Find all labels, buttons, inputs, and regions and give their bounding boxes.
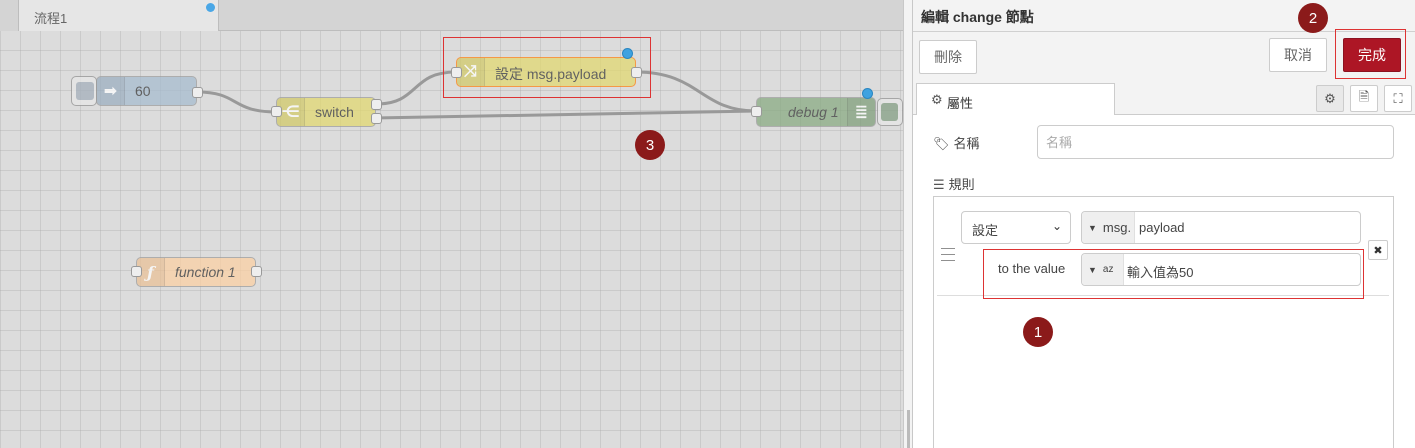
inject-trigger-square bbox=[76, 82, 94, 100]
remove-rule-button[interactable]: ✖ bbox=[1368, 240, 1388, 260]
step-badge-1: 1 bbox=[1023, 317, 1053, 347]
rules-list: ― ― ― 設定 ⌄ ▼ msg. payload ✖ to the value ▼… bbox=[933, 196, 1394, 448]
list-icon: ☰ bbox=[933, 177, 945, 192]
panel-splitter[interactable] bbox=[903, 0, 912, 448]
switch-input-port[interactable] bbox=[271, 106, 282, 117]
editor-tabs: ⚙ 屬性 ⚙ 🗎 ⛶ bbox=[913, 82, 1415, 116]
debug-toggle-square bbox=[881, 103, 898, 121]
chevron-down-icon: ⌄ bbox=[1051, 219, 1062, 233]
tab-properties[interactable]: ⚙ 屬性 bbox=[916, 83, 1115, 116]
rule-target-type: msg. bbox=[1102, 220, 1132, 235]
wire-change-to-debug bbox=[635, 70, 757, 113]
rule-target-input[interactable]: ▼ msg. payload bbox=[1081, 211, 1361, 244]
function-node-label: function 1 bbox=[175, 264, 236, 280]
step-badge-2: 2 bbox=[1298, 3, 1328, 33]
change-node-highlight bbox=[443, 37, 651, 98]
object-group-icon: ⛶ bbox=[1393, 90, 1403, 106]
inject-node[interactable]: ➡ 60 bbox=[96, 76, 197, 106]
flow-workspace[interactable]: 流程1 ➡ 60 ⋲ switch ⤨ 設定 msg.payload debug… bbox=[0, 0, 903, 448]
wire-switch-to-debug bbox=[375, 109, 757, 120]
close-icon: ✖ bbox=[1373, 244, 1383, 257]
name-label-text: 名稱 bbox=[953, 136, 980, 151]
function-input-port[interactable] bbox=[131, 266, 142, 277]
rules-label: ☰ 規則 bbox=[933, 174, 975, 193]
switch-node-label: switch bbox=[315, 104, 354, 120]
drag-handle-icon[interactable]: ― ― ― bbox=[941, 240, 955, 266]
debug-node[interactable]: debug 1 ≣ bbox=[756, 97, 876, 127]
delete-button[interactable]: 刪除 bbox=[919, 40, 977, 74]
function-output-port[interactable] bbox=[251, 266, 262, 277]
rule-target-value: payload bbox=[1139, 220, 1185, 235]
inject-trigger-button[interactable] bbox=[71, 76, 97, 106]
switch-output-port-2[interactable] bbox=[371, 113, 382, 124]
cog-icon: ⚙ bbox=[1324, 90, 1336, 106]
node-editor-tray: 編輯 change 節點 刪除 取消 完成 2 ⚙ 屬性 ⚙ 🗎 ⛶ 🏷名稱 ☰… bbox=[912, 0, 1415, 448]
description-tab-button[interactable]: 🗎 bbox=[1350, 85, 1378, 112]
inject-node-label: 60 bbox=[135, 83, 151, 99]
switch-node[interactable]: ⋲ switch bbox=[276, 97, 376, 127]
name-field-label: 🏷 名稱 bbox=[933, 133, 980, 152]
editor-title: 編輯 change 節點 bbox=[921, 9, 1034, 25]
debug-toggle-button[interactable] bbox=[877, 98, 903, 126]
arrow-in-icon: ➡ bbox=[97, 77, 125, 105]
caret-down-icon: ▼ bbox=[1088, 222, 1097, 233]
done-button-highlight bbox=[1335, 29, 1406, 79]
wire-inject-to-switch bbox=[196, 90, 278, 114]
appearance-tab-button[interactable]: ⛶ bbox=[1384, 85, 1412, 112]
cancel-button[interactable]: 取消 bbox=[1269, 38, 1327, 72]
splitter-grip[interactable] bbox=[907, 410, 910, 448]
rules-label-text: 規則 bbox=[948, 177, 975, 192]
tag-icon: 🏷 bbox=[933, 136, 950, 151]
name-input[interactable] bbox=[1037, 125, 1394, 159]
settings-tab-button[interactable]: ⚙ bbox=[1316, 85, 1344, 112]
rule-action-value: 設定 bbox=[972, 223, 999, 238]
tab-properties-label: 屬性 bbox=[947, 96, 974, 111]
rule-action-select[interactable]: 設定 ⌄ bbox=[961, 211, 1071, 244]
gear-icon: ⚙ bbox=[931, 92, 943, 107]
function-node[interactable]: ƒ function 1 bbox=[136, 257, 256, 287]
inject-output-port[interactable] bbox=[192, 87, 203, 98]
step-badge-3: 3 bbox=[635, 130, 665, 160]
switch-output-port-1[interactable] bbox=[371, 99, 382, 110]
debug-node-label: debug 1 bbox=[788, 104, 839, 120]
rule-value-highlight bbox=[983, 249, 1364, 299]
editor-header: 編輯 change 節點 bbox=[913, 0, 1415, 32]
debug-input-port[interactable] bbox=[751, 106, 762, 117]
rule-target-type-button[interactable]: ▼ msg. bbox=[1082, 212, 1135, 243]
list-icon: ≣ bbox=[847, 98, 875, 126]
file-text-icon: 🗎 bbox=[1358, 88, 1370, 104]
debug-node-changed-dot bbox=[862, 88, 873, 99]
